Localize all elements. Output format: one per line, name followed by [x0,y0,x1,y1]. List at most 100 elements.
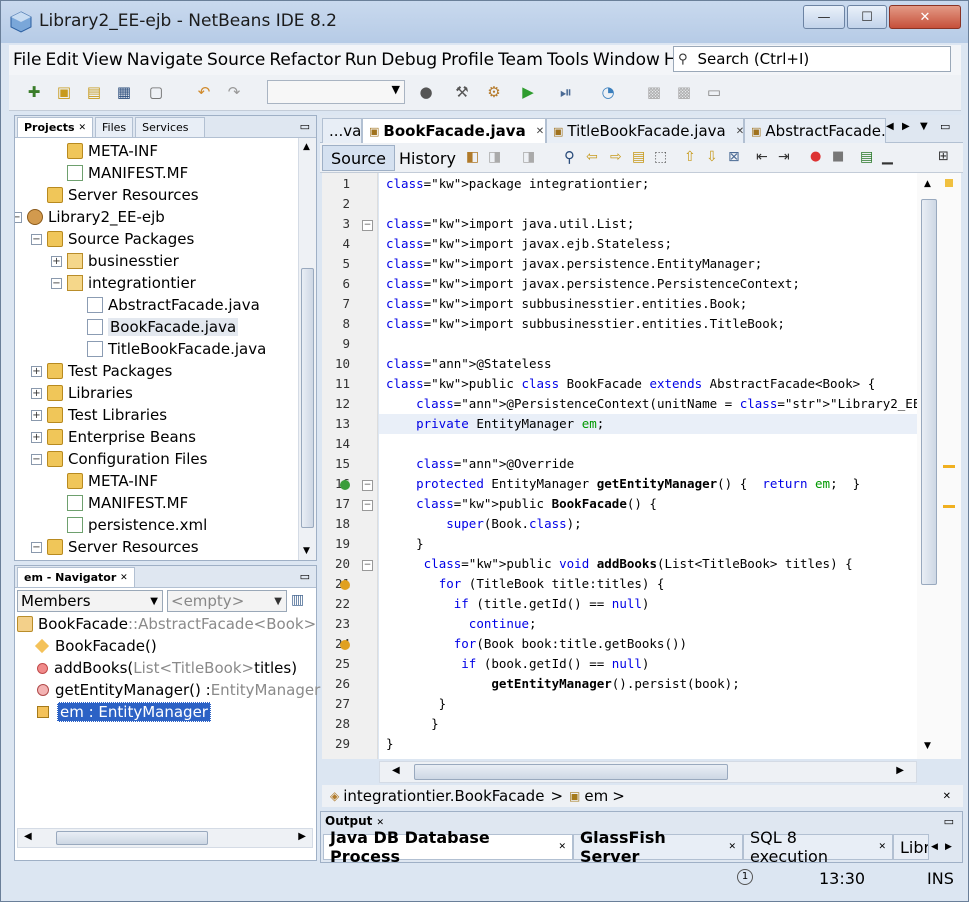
search-field[interactable]: ⚲ Search (Ctrl+I) [673,46,951,72]
close-tab-icon[interactable]: ✕ [736,126,744,137]
collapse-icon[interactable]: − [15,212,22,223]
close-tab-icon[interactable]: ✕ [728,842,736,852]
override-icon[interactable] [340,480,350,490]
clean-build-icon[interactable]: ⚙ [483,81,505,103]
tree-node[interactable]: Server Resources [47,184,199,206]
tree-node[interactable]: AbstractFacade.java [87,294,260,316]
close-icon[interactable]: ✕ [943,791,951,802]
close-tab-icon[interactable]: ✕ [120,573,128,583]
scroll-down-icon[interactable]: ▼ [924,741,931,751]
profile-icon[interactable]: ◔ [597,81,619,103]
configuration-dropdown[interactable]: ▼ [267,80,405,104]
next-bookmark-icon[interactable]: ⇩ [706,149,718,165]
tree-node[interactable]: integrationtier [67,272,196,294]
close-button[interactable]: ✕ [889,5,961,29]
shift-right-icon[interactable]: ⇥ [778,149,790,165]
tree-node[interactable]: TitleBookFacade.java [87,338,266,360]
expand-icon[interactable]: + [51,256,62,267]
minimize-button[interactable]: — [803,5,845,29]
run-icon[interactable]: ▶ [517,81,539,103]
tree-node[interactable]: businesstier [67,250,179,272]
warning-icon[interactable] [340,640,350,650]
history-button[interactable]: History [390,145,465,171]
breadcrumb-class[interactable]: integrationtier.BookFacade [343,787,544,805]
menu-source[interactable]: Source [203,50,265,70]
tree-node[interactable]: Source Packages [47,228,194,250]
nav-member-addbooks[interactable]: addBooks(List<TitleBook> titles) [37,657,297,679]
filter-options-icon[interactable]: ▥ [291,592,304,608]
editor-hscrollbar[interactable]: ◀ ▶ [379,761,917,783]
tree-node[interactable]: persistence.xml [67,514,207,536]
collapse-icon[interactable]: − [51,278,62,289]
maximize-button[interactable]: ☐ [847,5,887,29]
show-opened-documents-icon[interactable]: ▼ [920,121,928,132]
expand-icon[interactable]: + [31,388,42,399]
tab-navigator[interactable]: em - Navigator ✕ [17,567,135,587]
scroll-down-icon[interactable]: ▼ [303,546,310,556]
gc-icon[interactable]: ▩ [643,81,665,103]
warning-icon[interactable] [340,580,350,590]
menu-view[interactable]: View [78,50,122,70]
find-previous-icon[interactable]: ⇦ [586,149,598,165]
tree-node[interactable]: Test Packages [47,360,172,382]
tab-projects[interactable]: Projects ✕ [17,117,93,137]
breadcrumb-field[interactable]: em [584,787,608,805]
tab-titlebookfacade[interactable]: ▣ TitleBookFacade.java ✕ [546,118,744,143]
empty-filter-dropdown[interactable]: <empty> ▼ [167,590,287,612]
last-edit-icon[interactable]: ◧ [466,149,479,165]
scroll-up-icon[interactable]: ▲ [303,142,310,152]
close-tab-icon[interactable]: ✕ [78,123,86,133]
menu-run[interactable]: Run [341,50,378,70]
scroll-right-icon[interactable]: ▶ [896,765,904,776]
close-tab-icon[interactable]: ✕ [377,818,385,828]
code-editor[interactable]: class="kw">package integrationtier; class… [379,173,917,759]
scroll-tabs-right-icon[interactable]: ▶ [945,842,952,852]
project-tree-scrollbar[interactable]: ▲ ▼ [298,138,316,560]
members-filter-dropdown[interactable]: Members ▼ [17,590,163,612]
menu-file[interactable]: File [9,50,41,70]
tree-node[interactable]: MANIFEST.MF [67,162,188,184]
collapse-icon[interactable]: − [362,560,373,571]
menu-debug[interactable]: Debug [377,50,437,70]
close-tab-icon[interactable]: ✕ [878,842,886,852]
previous-bookmark-icon[interactable]: ⇧ [684,149,696,165]
tab-services[interactable]: Services [135,117,206,137]
find-icon[interactable]: ⚲ [564,148,575,166]
scroll-right-icon[interactable]: ▶ [298,831,306,842]
scroll-up-icon[interactable]: ▲ [924,179,931,189]
tree-node[interactable]: Libraries [47,382,133,404]
scroll-left-icon[interactable]: ◀ [392,765,400,776]
output-tab-libr[interactable]: Libr [893,834,929,860]
expand-icon[interactable]: + [31,432,42,443]
split-editor-icon[interactable]: ⊞ [938,149,949,164]
maximize-editor-icon[interactable]: ▭ [940,120,950,133]
memory-icon[interactable]: ▩ [673,81,695,103]
menu-refactor[interactable]: Refactor [265,50,340,70]
tab-previous-file[interactable]: ...va [322,118,362,143]
collapse-icon[interactable]: − [31,234,42,245]
scroll-thumb[interactable] [414,764,728,780]
expand-icon[interactable]: + [31,366,42,377]
notifications-icon[interactable]: 1 [737,869,753,885]
warning-marker[interactable] [943,505,955,508]
close-tab-icon[interactable]: ✕ [558,842,566,852]
globe-icon[interactable]: ● [415,81,437,103]
scroll-left-icon[interactable]: ◀ [24,831,32,842]
minimize-panel-icon[interactable]: ▭ [300,570,310,583]
close-tab-icon[interactable]: ✕ [536,126,544,137]
menu-tools[interactable]: Tools [543,50,589,70]
output-tab-glassfish[interactable]: GlassFish Server ✕ [573,828,743,866]
shift-left-icon[interactable]: ⇤ [756,149,768,165]
tab-bookfacade[interactable]: ▣ BookFacade.java ✕ [362,118,546,143]
toggle-highlight-icon[interactable]: ▤ [632,149,645,165]
tab-abstractfacade[interactable]: ▣ AbstractFacade.. [744,118,886,143]
scroll-tabs-left-icon[interactable]: ◀ [931,842,938,852]
collapse-icon[interactable]: − [362,220,373,231]
tree-node[interactable]: Server Resources [47,536,199,558]
tree-node[interactable]: META-INF [67,470,158,492]
uncomment-icon[interactable]: ▁ [882,149,893,165]
collapse-icon[interactable]: − [31,454,42,465]
nav-member-getentitymanager[interactable]: getEntityManager() : EntityManager [37,679,320,701]
navigator-hscrollbar[interactable]: ◀ ▶ [17,828,313,848]
comment-icon[interactable]: ▤ [860,149,873,165]
